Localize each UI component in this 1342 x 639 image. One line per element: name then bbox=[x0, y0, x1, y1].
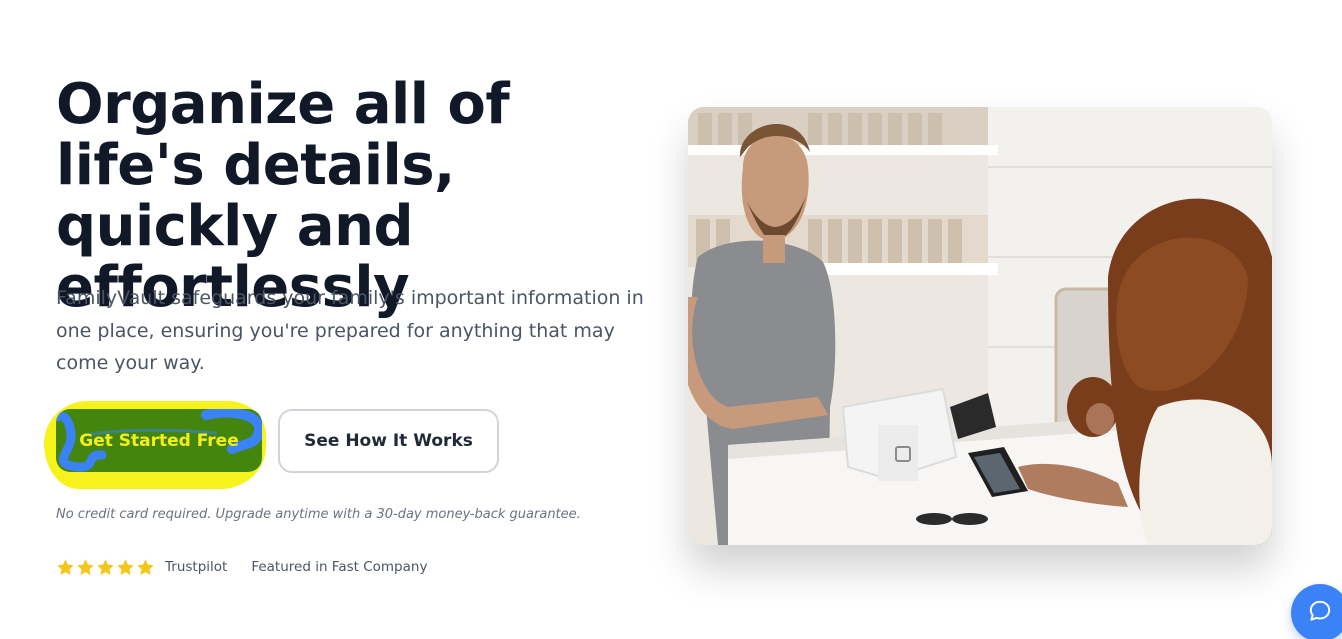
star-icon bbox=[96, 558, 115, 577]
checkout-photo-illustration bbox=[688, 107, 1272, 545]
get-started-label: Get Started Free bbox=[79, 430, 239, 451]
money-back-disclaimer: No credit card required. Upgrade anytime… bbox=[56, 507, 581, 522]
trustpilot-label: Trustpilot bbox=[165, 559, 228, 575]
trust-badges: Trustpilot Featured in Fast Company bbox=[56, 556, 427, 578]
star-icon bbox=[136, 558, 155, 577]
hero-image bbox=[688, 107, 1272, 545]
star-icon bbox=[76, 558, 95, 577]
rating-stars bbox=[56, 558, 155, 577]
landing-page: Organize all of life's details, quickly … bbox=[0, 0, 1342, 639]
chat-launcher-button[interactable] bbox=[1291, 584, 1342, 639]
star-icon bbox=[56, 558, 75, 577]
see-how-it-works-button[interactable]: See How It Works bbox=[278, 409, 499, 473]
get-started-button[interactable]: Get Started Free bbox=[56, 409, 262, 472]
featured-label: Featured in Fast Company bbox=[251, 559, 428, 575]
hero-subtitle: FamilyVault safeguards your family's imp… bbox=[56, 287, 644, 374]
star-icon bbox=[116, 558, 135, 577]
chat-bubble-icon bbox=[1307, 598, 1333, 629]
